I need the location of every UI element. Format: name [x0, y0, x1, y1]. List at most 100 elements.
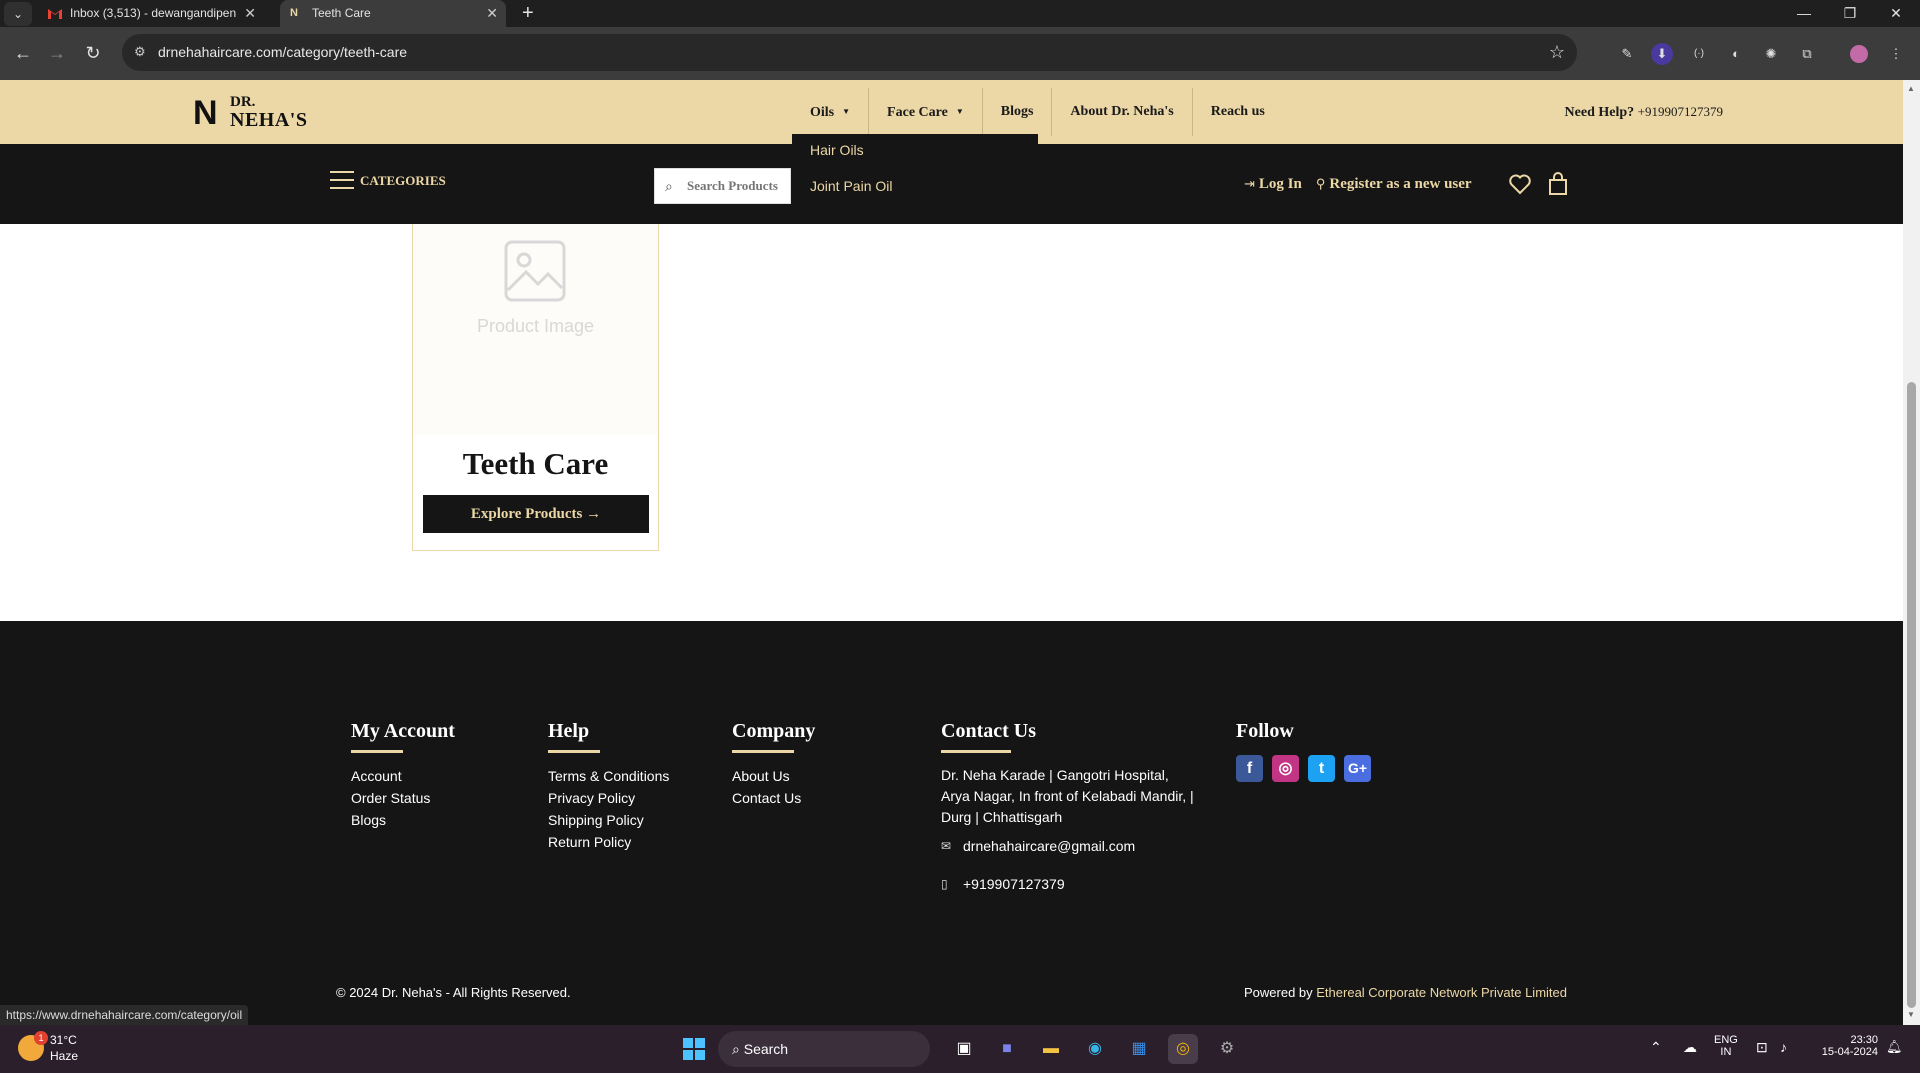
wishlist-heart-icon[interactable] — [1508, 172, 1532, 196]
restore-button[interactable]: ❐ — [1827, 0, 1873, 27]
back-button[interactable]: ← — [8, 38, 38, 68]
browser-menu-icon[interactable]: ⋮ — [1885, 43, 1907, 65]
new-tab-button[interactable]: + — [522, 0, 534, 26]
language-indicator[interactable]: ENG IN — [1714, 1034, 1738, 1058]
footer-link-return[interactable]: Return Policy — [548, 831, 669, 853]
store-icon[interactable]: ▦ — [1124, 1034, 1154, 1064]
site-logo[interactable]: N DR. NEHA'S — [193, 94, 313, 132]
footer-link-order-status[interactable]: Order Status — [351, 787, 455, 809]
product-image-placeholder: Product Image — [413, 224, 658, 434]
facebook-icon[interactable]: f — [1236, 755, 1263, 782]
page-scrollbar[interactable]: ▲ ▼ — [1903, 80, 1920, 1025]
windows-taskbar: 1 31°C Haze ⌕ Search ▣ ■ ▬ ◉ ▦ ◎ ⚙ ⌃ ☁ E… — [0, 1025, 1920, 1073]
placeholder-text: Product Image — [476, 316, 595, 336]
chrome-icon[interactable]: ◎ — [1168, 1034, 1198, 1064]
powered-by: Powered by Ethereal Corporate Network Pr… — [1243, 985, 1567, 1000]
status-url: https://www.drnehahaircare.com/category/… — [0, 1005, 249, 1025]
scrollbar-thumb[interactable] — [1907, 382, 1916, 1008]
logo-dr: DR. — [230, 94, 256, 110]
url-text[interactable]: drnehahaircare.com/category/teeth-care — [158, 34, 407, 71]
footer-heading: Help — [548, 720, 590, 742]
categories-button[interactable]: CATEGORIES — [330, 170, 446, 192]
task-view-icon[interactable]: ▣ — [949, 1034, 979, 1064]
search-input[interactable] — [687, 169, 790, 203]
footer-link-terms[interactable]: Terms & Conditions — [548, 765, 669, 787]
tab-search-button[interactable]: ⌄ — [4, 2, 32, 26]
image-placeholder-icon — [504, 240, 566, 302]
card-title: Teeth Care — [462, 446, 609, 481]
menu-face-care[interactable]: Face Care ▼ — [869, 88, 983, 136]
forward-button[interactable]: → — [42, 38, 72, 68]
extension-icon[interactable]: (·) — [1688, 43, 1710, 65]
notification-bell-icon[interactable]: 🔔︎ — [1886, 1039, 1903, 1055]
teams-chat-icon[interactable]: ■ — [992, 1034, 1022, 1064]
footer-link-privacy[interactable]: Privacy Policy — [548, 787, 669, 809]
extensions-puzzle-icon[interactable]: ⧉ — [1796, 43, 1818, 65]
footer-link-blogs[interactable]: Blogs — [351, 809, 455, 831]
login-link[interactable]: ⇥ Log In — [1244, 144, 1302, 224]
scroll-down-arrow-icon[interactable]: ▼ — [1907, 1010, 1915, 1019]
need-help[interactable]: Need Help? +919907127379 — [1565, 80, 1723, 145]
settings-gear-icon[interactable]: ⚙ — [1212, 1034, 1242, 1064]
need-help-phone[interactable]: +919907127379 — [1638, 104, 1723, 119]
dropdown-item-joint-pain-oil[interactable]: Joint Pain Oil — [810, 178, 892, 194]
footer-link-shipping[interactable]: Shipping Policy — [548, 809, 669, 831]
cart-bag-icon[interactable] — [1546, 172, 1570, 196]
tab-gmail[interactable]: Inbox (3,513) - dewangandipen ✕ — [38, 0, 264, 27]
address-bar[interactable]: ⚙ drnehahaircare.com/category/teeth-care… — [122, 34, 1577, 71]
phone-icon: ▯ — [941, 877, 948, 891]
hamburger-icon — [330, 170, 354, 190]
twitter-icon[interactable]: t — [1308, 755, 1335, 782]
windows-start-icon[interactable] — [679, 1034, 709, 1064]
download-extension-icon[interactable]: ⬇ — [1651, 43, 1673, 65]
reload-button[interactable]: ↻ — [78, 38, 108, 68]
close-window-button[interactable]: ✕ — [1873, 0, 1919, 27]
gmail-icon — [48, 9, 62, 19]
show-hidden-icons-chevron-icon[interactable]: ⌃ — [1650, 1039, 1662, 1056]
powered-by-link[interactable]: Ethereal Corporate Network Private Limit… — [1316, 985, 1567, 1000]
network-icon[interactable]: ⊡ — [1756, 1039, 1768, 1056]
register-link[interactable]: ⚲ Register as a new user — [1316, 144, 1472, 224]
contact-email[interactable]: ✉ drnehahaircare@gmail.com — [941, 838, 1211, 854]
menu-blogs[interactable]: Blogs — [983, 88, 1053, 136]
site-favicon-icon: N — [290, 7, 298, 19]
site-info-icon[interactable]: ⚙ — [134, 44, 146, 60]
tab-teeth-care[interactable]: N Teeth Care ✕ — [280, 0, 506, 27]
footer-follow: Follow f ◎ t G+ — [1236, 720, 1371, 782]
footer-contact: Contact Us Dr. Neha Karade | Gangotri Ho… — [941, 720, 1211, 892]
contact-phone[interactable]: ▯ +919907127379 — [941, 876, 1211, 892]
dropdown-item-hair-oils[interactable]: Hair Oils — [810, 142, 864, 158]
theme-extension-icon[interactable]: ◐ — [1725, 43, 1747, 65]
tab-close-icon[interactable]: ✕ — [486, 0, 498, 27]
minimize-button[interactable]: — — [1781, 0, 1827, 27]
search-box[interactable]: ⌕ — [654, 168, 791, 204]
footer-heading: Company — [732, 720, 816, 742]
main-menu: Oils ▼ Face Care ▼ Blogs About Dr. Neha's … — [792, 88, 1283, 136]
google-plus-icon[interactable]: G+ — [1344, 755, 1371, 782]
tab-close-icon[interactable]: ✕ — [244, 0, 256, 27]
bookmark-star-icon[interactable]: ☆ — [1549, 34, 1565, 71]
instagram-icon[interactable]: ◎ — [1272, 755, 1299, 782]
category-card[interactable]: Product Image Teeth Care Explore Product… — [412, 224, 659, 551]
scroll-up-arrow-icon[interactable]: ▲ — [1907, 84, 1915, 93]
footer-link-about[interactable]: About Us — [732, 765, 815, 787]
caret-down-icon: ▼ — [955, 107, 964, 116]
clock[interactable]: 23:30 15-04-2024 — [1812, 1034, 1878, 1058]
menu-oils[interactable]: Oils ▼ — [792, 88, 870, 136]
edge-icon[interactable]: ◉ — [1080, 1034, 1110, 1064]
openai-extension-icon[interactable]: ✺ — [1760, 43, 1782, 65]
taskbar-search[interactable]: ⌕ Search — [718, 1031, 930, 1067]
file-explorer-icon[interactable]: ▬ — [1036, 1034, 1066, 1064]
pen-extension-icon[interactable]: ✎ — [1616, 43, 1638, 65]
menu-about[interactable]: About Dr. Neha's — [1052, 88, 1193, 136]
menu-reach-us[interactable]: Reach us — [1193, 88, 1283, 136]
search-icon: ⌕ — [732, 1041, 744, 1057]
footer-link-account[interactable]: Account — [351, 765, 455, 787]
profile-avatar[interactable] — [1850, 45, 1868, 63]
arrow-right-icon: → — [586, 506, 602, 522]
footer-link-contact[interactable]: Contact Us — [732, 787, 815, 809]
tab-label: Inbox (3,513) - dewangandipen — [70, 6, 237, 20]
explore-products-button[interactable]: Explore Products → — [423, 495, 649, 533]
onedrive-cloud-icon[interactable]: ☁ — [1683, 1039, 1697, 1056]
volume-icon[interactable]: ♪ — [1780, 1039, 1787, 1055]
